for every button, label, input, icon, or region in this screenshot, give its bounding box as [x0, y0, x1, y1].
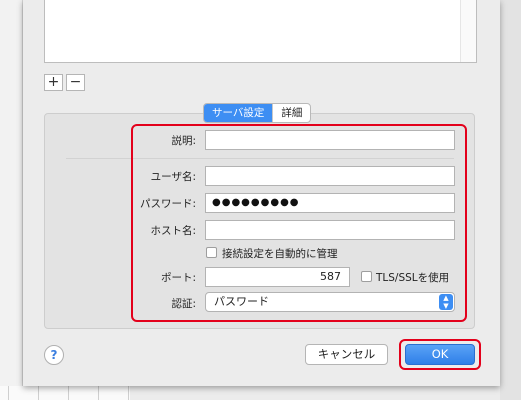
- background-window-right: [500, 0, 521, 400]
- remove-button[interactable]: −: [66, 74, 85, 91]
- ok-button[interactable]: OK: [405, 344, 475, 365]
- cancel-button[interactable]: キャンセル: [305, 344, 388, 365]
- tab-advanced[interactable]: 詳細: [272, 104, 310, 122]
- account-list[interactable]: [44, 0, 477, 63]
- help-button[interactable]: ?: [44, 345, 64, 365]
- list-scrollbar[interactable]: [460, 0, 476, 62]
- background-grid: [0, 386, 130, 400]
- tab-server-settings[interactable]: サーバ設定: [204, 104, 273, 122]
- add-button[interactable]: +: [44, 74, 63, 91]
- background-window-left: [0, 0, 23, 400]
- settings-highlight-box: [131, 124, 467, 322]
- settings-tab-control: サーバ設定 詳細: [203, 103, 312, 123]
